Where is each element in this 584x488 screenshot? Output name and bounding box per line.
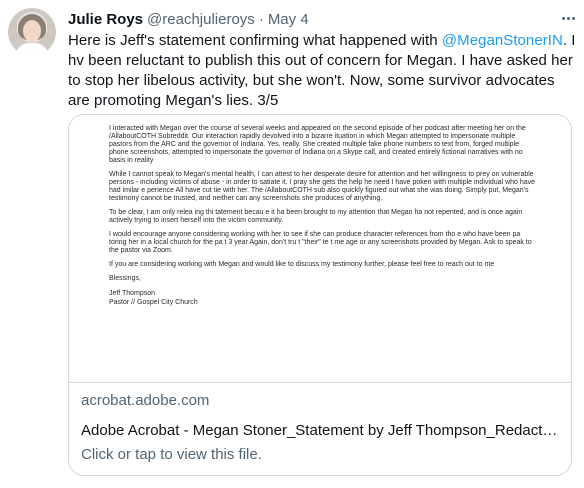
more-dot: [561, 16, 565, 20]
card-description: Click or tap to view this file.: [81, 446, 262, 463]
author-name[interactable]: Julie Roys: [68, 10, 143, 30]
author-handle[interactable]: @reachjulieroys: [147, 10, 255, 30]
card-meta: acrobat.adobe.com Adobe Acrobat - Megan …: [81, 391, 561, 465]
document-paragraph: To be clear, I am only relea ing thi tat…: [109, 209, 523, 224]
signature-name: Jeff Thompson: [109, 290, 156, 297]
tweet-text: Here is Jeff's statement confirming what…: [68, 31, 576, 111]
card-domain: acrobat.adobe.com: [81, 392, 210, 409]
signature-title: Pastor // Gospel City Church: [109, 299, 198, 306]
header-separator: ·: [258, 11, 264, 28]
document-page: I interacted with Megan over the course …: [109, 125, 539, 307]
link-card[interactable]: I interacted with Megan over the course …: [68, 114, 572, 476]
document-paragraph: While I cannot speak to Megan's mental h…: [109, 171, 536, 202]
avatar-face: [23, 20, 41, 42]
mention-link[interactable]: @MeganStonerIN: [442, 32, 563, 49]
card-title[interactable]: Adobe Acrobat - Megan Stoner_Statement b…: [81, 421, 561, 441]
tweet-date[interactable]: May 4: [268, 10, 309, 30]
tweet-header: Julie Roys @reachjulieroys · May 4: [68, 10, 309, 30]
more-options-icon[interactable]: [556, 8, 580, 28]
document-closing: Blessings,: [109, 275, 141, 282]
more-dot: [566, 16, 570, 20]
document-preview[interactable]: I interacted with Megan over the course …: [69, 115, 571, 383]
document-paragraph: I would encourage anyone considering wor…: [109, 231, 532, 254]
more-dot: [571, 16, 575, 20]
avatar[interactable]: [8, 8, 56, 56]
tweet[interactable]: Julie Roys @reachjulieroys · May 4 Here …: [0, 0, 584, 488]
document-paragraph: I interacted with Megan over the course …: [109, 125, 526, 164]
tweet-text-before: Here is Jeff's statement confirming what…: [68, 32, 442, 49]
document-paragraph: If you are considering working with Mega…: [109, 261, 495, 268]
avatar-shirt: [14, 42, 50, 56]
